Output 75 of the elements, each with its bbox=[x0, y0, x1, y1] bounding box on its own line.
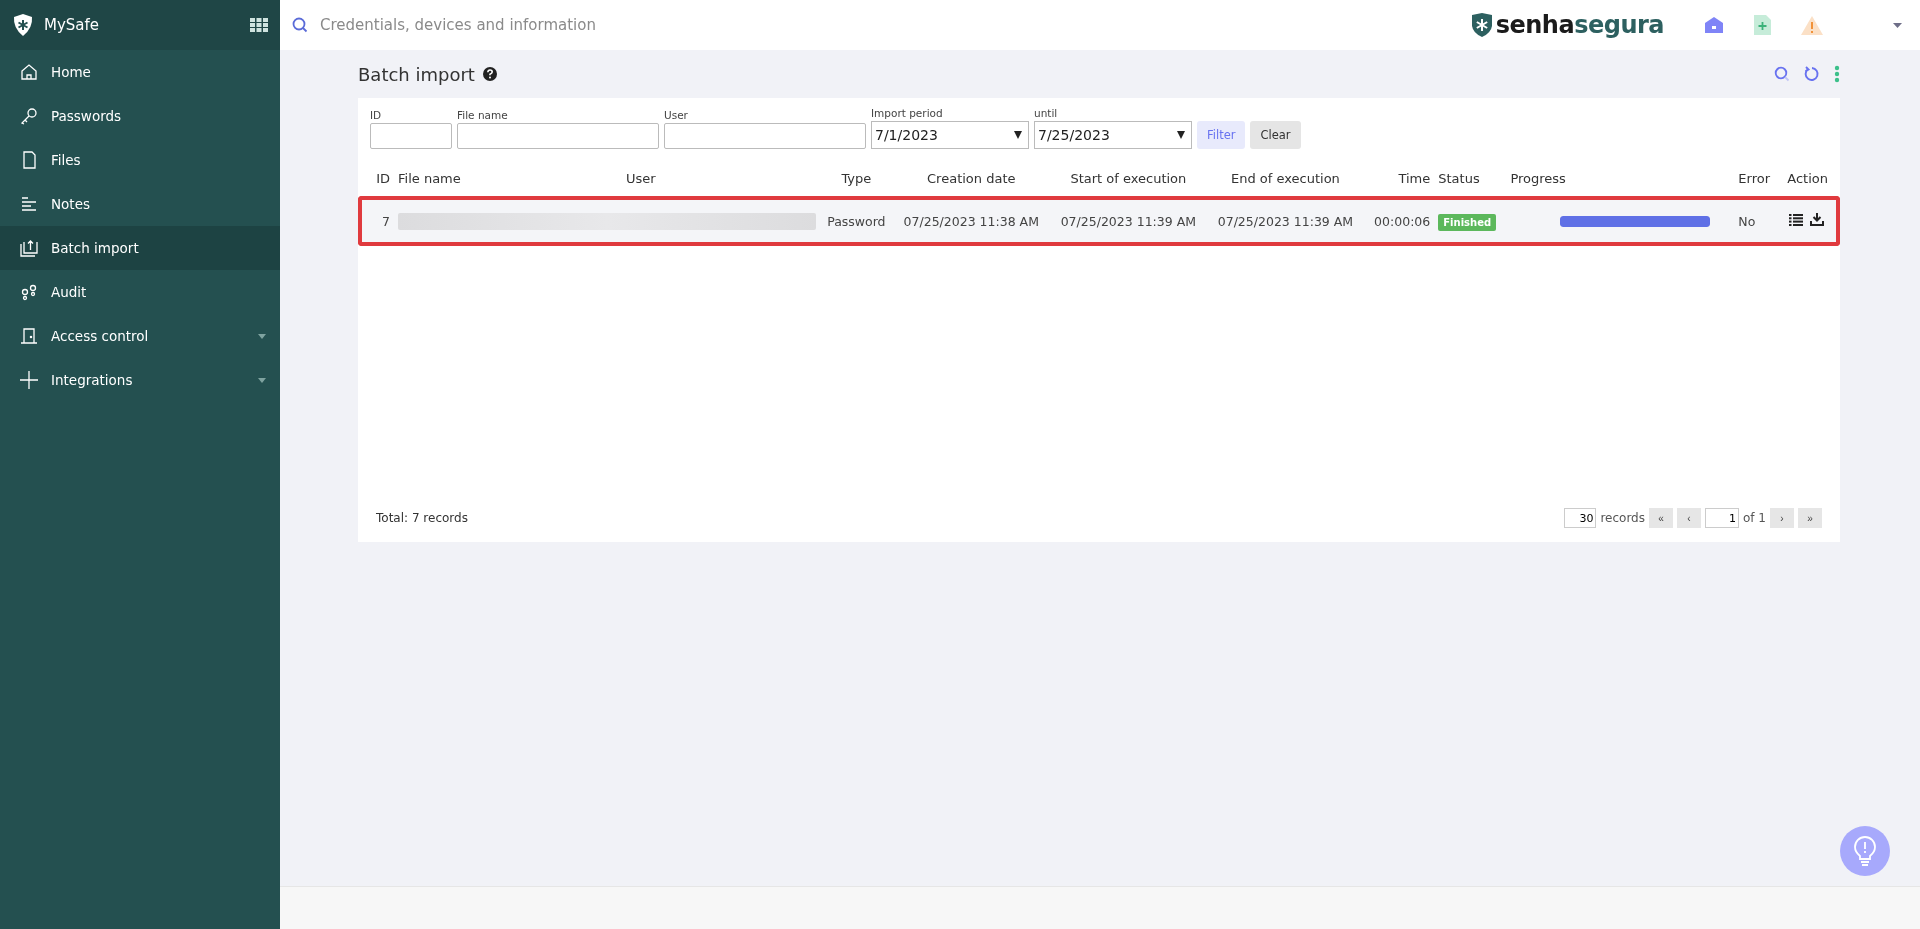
table-cell: 00:00:06 bbox=[1363, 196, 1435, 246]
column-header: Status bbox=[1437, 171, 1481, 188]
upload-icon bbox=[19, 238, 39, 258]
key-icon bbox=[19, 106, 39, 126]
sidebar-item[interactable]: Integrations bbox=[0, 358, 280, 402]
plus-icon bbox=[19, 370, 39, 390]
column-header: Creation date bbox=[926, 171, 1017, 188]
help-icon[interactable] bbox=[482, 67, 497, 81]
more-icon[interactable] bbox=[1834, 65, 1840, 83]
clear-button[interactable]: Clear bbox=[1250, 121, 1301, 149]
home-icon bbox=[19, 62, 39, 82]
search-icon[interactable] bbox=[1774, 66, 1790, 82]
input-field[interactable] bbox=[370, 123, 452, 149]
date-dropdown[interactable]: 7/25/2023 bbox=[1034, 121, 1192, 149]
sidebar-item[interactable]: Audit bbox=[0, 270, 280, 314]
status-badge: Finished bbox=[1438, 213, 1497, 231]
sidebar-item[interactable]: Home bbox=[0, 50, 280, 94]
next-page-button[interactable]: › bbox=[1770, 508, 1794, 528]
sidebar-item[interactable]: Notes bbox=[0, 182, 280, 226]
download-icon[interactable] bbox=[1810, 213, 1824, 227]
column-header: Type bbox=[840, 171, 873, 188]
footprints-icon bbox=[19, 282, 39, 302]
column-header: Error bbox=[1737, 171, 1771, 188]
column-header: ID bbox=[375, 171, 391, 188]
shield-logo-icon bbox=[1470, 12, 1493, 38]
table-cell: Password bbox=[820, 196, 893, 246]
page-size-field[interactable]: 30 bbox=[1564, 508, 1597, 528]
table-cell: 07/25/2023 11:39 AM bbox=[1206, 196, 1364, 246]
column-header: User bbox=[625, 171, 657, 188]
page-count: of 1 bbox=[1743, 511, 1766, 525]
field-label: File name bbox=[457, 109, 509, 121]
input-field[interactable] bbox=[664, 123, 866, 149]
last-page-button[interactable]: » bbox=[1798, 508, 1822, 528]
caret-icon[interactable] bbox=[1893, 22, 1902, 28]
column-header: Time bbox=[1397, 171, 1432, 188]
lightbulb-icon bbox=[1854, 836, 1876, 866]
door-icon bbox=[19, 326, 39, 346]
sidebar-item[interactable]: Access control bbox=[0, 314, 280, 358]
input-field[interactable] bbox=[457, 123, 659, 149]
column-header: File name bbox=[397, 171, 462, 188]
table-cell: 07/25/2023 11:39 AM bbox=[1049, 196, 1207, 246]
search-icon bbox=[292, 17, 308, 33]
refresh-icon[interactable] bbox=[1804, 66, 1820, 82]
list-icon[interactable] bbox=[1789, 213, 1803, 226]
field-label: ID bbox=[370, 109, 383, 121]
column-header: Start of execution bbox=[1069, 171, 1188, 188]
page-number-field[interactable]: 1 bbox=[1705, 508, 1739, 528]
field-label: Import period bbox=[871, 107, 944, 119]
column-header: End of execution bbox=[1230, 171, 1341, 188]
field-label: until bbox=[1034, 107, 1059, 119]
sidebar-item[interactable]: Passwords bbox=[0, 94, 280, 138]
table-cell: No bbox=[1734, 196, 1778, 246]
lines-icon bbox=[19, 194, 39, 214]
previous-page-button[interactable]: ‹ bbox=[1677, 508, 1701, 528]
apps-grid-icon[interactable] bbox=[250, 18, 268, 32]
shield-logo-icon bbox=[12, 13, 34, 37]
sidebar-item[interactable]: Files bbox=[0, 138, 280, 182]
brand-logo-text: senhasegura bbox=[1495, 11, 1664, 39]
home-icon[interactable] bbox=[1704, 16, 1724, 34]
tips-button[interactable] bbox=[1840, 826, 1890, 876]
date-dropdown[interactable]: 7/1/2023 bbox=[871, 121, 1029, 149]
warning-icon[interactable] bbox=[1801, 15, 1823, 35]
page-title: Batch import bbox=[358, 63, 475, 85]
record-total: Total: 7 records bbox=[376, 511, 468, 525]
first-page-button[interactable]: « bbox=[1649, 508, 1673, 528]
table-cell: 7 bbox=[358, 196, 394, 246]
app-title: MySafe bbox=[44, 16, 101, 34]
column-header: Progress bbox=[1509, 171, 1567, 188]
records-label: records bbox=[1600, 511, 1645, 525]
field-label: User bbox=[664, 109, 689, 121]
table-row[interactable]: 7 Password 07/25/2023 11:38 AM 07/25/2023 11:39 AM 07/25/2023 11:39 AM 00:00:06 Finished No bbox=[358, 196, 1840, 246]
table-cell: 07/25/2023 11:38 AM bbox=[892, 196, 1050, 246]
add-file-icon[interactable] bbox=[1754, 15, 1771, 35]
sidebar-item[interactable]: Batch import bbox=[0, 226, 280, 270]
column-header: Action bbox=[1786, 171, 1829, 188]
